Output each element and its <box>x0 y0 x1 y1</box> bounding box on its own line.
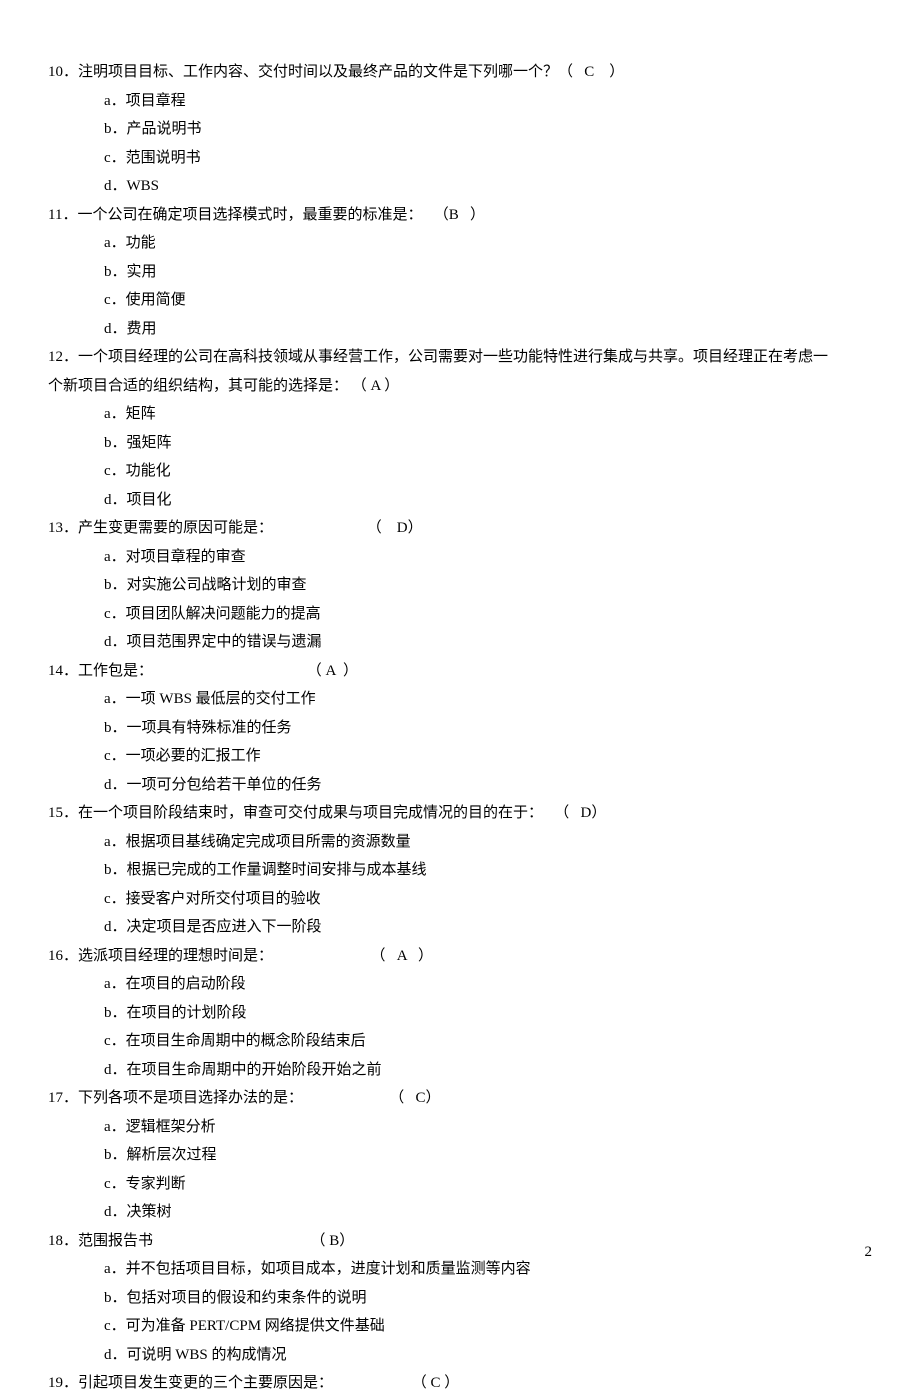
option-b: b．对实施公司战略计划的审查 <box>104 571 872 600</box>
option-b: b．解析层次过程 <box>104 1141 872 1170</box>
option-d: d．在项目生命周期中的开始阶段开始之前 <box>104 1056 872 1085</box>
option-d: d．决定项目是否应进入下一阶段 <box>104 913 872 942</box>
option-c: c．项目团队解决问题能力的提高 <box>104 600 872 629</box>
option-d: d．可说明 WBS 的构成情况 <box>104 1341 872 1370</box>
question-stem-line1: 12．一个项目经理的公司在高科技领域从事经营工作，公司需要对一些功能特性进行集成… <box>48 343 872 372</box>
options: a．逻辑框架分析 b．解析层次过程 c．专家判断 d．决策树 <box>48 1113 872 1227</box>
question-text: 范围报告书 <box>78 1233 153 1249</box>
question-number: 13． <box>48 520 78 536</box>
question-stem: 18．范围报告书 （ B） <box>48 1227 872 1256</box>
question-stem: 15．在一个项目阶段结束时，审查可交付成果与项目完成情况的目的在于： （ D） <box>48 799 872 828</box>
options: a．项目章程 b．产品说明书 c．范围说明书 d．WBS <box>48 87 872 201</box>
question-text: 一个公司在确定项目选择模式时，最重要的标准是： <box>77 207 422 223</box>
question-11: 11．一个公司在确定项目选择模式时，最重要的标准是： （B ） a．功能 b．实… <box>48 201 872 344</box>
option-d: d．决策树 <box>104 1198 872 1227</box>
options: a．矩阵 b．强矩阵 c．功能化 d．项目化 <box>48 400 872 514</box>
question-text: 产生变更需要的原因可能是： <box>78 520 273 536</box>
question-answer: （B ） <box>422 207 485 223</box>
question-stem: 17．下列各项不是项目选择办法的是： （ C） <box>48 1084 872 1113</box>
question-number: 18． <box>48 1233 78 1249</box>
option-a: a．逻辑框架分析 <box>104 1113 872 1142</box>
question-text: 一个项目经理的公司在高科技领域从事经营工作，公司需要对一些功能特性进行集成与共享… <box>78 349 828 365</box>
option-a: a．在项目的启动阶段 <box>104 970 872 999</box>
option-d: d．项目范围界定中的错误与遗漏 <box>104 628 872 657</box>
option-c: c．专家判断 <box>104 1170 872 1199</box>
document-content: 10．注明项目目标、工作内容、交付时间以及最终产品的文件是下列哪一个？（ C ）… <box>48 58 872 1398</box>
option-b: b．包括对项目的假设和约束条件的说明 <box>104 1284 872 1313</box>
question-answer: （ C） <box>303 1090 441 1106</box>
option-a: a．功能 <box>104 229 872 258</box>
option-d: d．费用 <box>104 315 872 344</box>
question-number: 16． <box>48 948 78 964</box>
question-13: 13．产生变更需要的原因可能是： （ D） a．对项目章程的审查 b．对实施公司… <box>48 514 872 657</box>
question-text: 选派项目经理的理想时间是： <box>78 948 273 964</box>
question-stem: 10．注明项目目标、工作内容、交付时间以及最终产品的文件是下列哪一个？（ C ） <box>48 58 872 87</box>
question-number: 15． <box>48 805 78 821</box>
option-a: a．对项目章程的审查 <box>104 543 872 572</box>
question-number: 10． <box>48 64 78 80</box>
question-text: 引起项目发生变更的三个主要原因是： <box>78 1375 333 1391</box>
option-b: b．实用 <box>104 258 872 287</box>
question-17: 17．下列各项不是项目选择办法的是： （ C） a．逻辑框架分析 b．解析层次过… <box>48 1084 872 1227</box>
option-c: c．可为准备 PERT/CPM 网络提供文件基础 <box>104 1312 872 1341</box>
question-text-cont: 个新项目合适的组织结构，其可能的选择是： <box>48 378 348 394</box>
question-number: 19． <box>48 1375 78 1391</box>
question-stem: 11．一个公司在确定项目选择模式时，最重要的标准是： （B ） <box>48 201 872 230</box>
question-answer: （ A ） <box>273 948 433 964</box>
question-text: 下列各项不是项目选择办法的是： <box>78 1090 303 1106</box>
options: a．功能 b．实用 c．使用简便 d．费用 <box>48 229 872 343</box>
question-stem: 16．选派项目经理的理想时间是： （ A ） <box>48 942 872 971</box>
question-answer: （ B） <box>153 1233 354 1249</box>
option-a: a．项目章程 <box>104 87 872 116</box>
question-text: 工作包是： <box>78 663 153 679</box>
question-number: 11． <box>48 207 77 223</box>
question-12: 12．一个项目经理的公司在高科技领域从事经营工作，公司需要对一些功能特性进行集成… <box>48 343 872 514</box>
option-c: c．范围说明书 <box>104 144 872 173</box>
question-text: 注明项目目标、工作内容、交付时间以及最终产品的文件是下列哪一个？ <box>78 64 558 80</box>
question-stem: 14．工作包是： （ A ） <box>48 657 872 686</box>
option-b: b．一项具有特殊标准的任务 <box>104 714 872 743</box>
question-answer: （ C ） <box>558 64 624 80</box>
page-number: 2 <box>865 1238 873 1267</box>
option-d: d．一项可分包给若干单位的任务 <box>104 771 872 800</box>
question-text: 在一个项目阶段结束时，审查可交付成果与项目完成情况的目的在于： <box>78 805 543 821</box>
question-answer: （ C ） <box>333 1375 459 1391</box>
option-c: c．在项目生命周期中的概念阶段结束后 <box>104 1027 872 1056</box>
question-16: 16．选派项目经理的理想时间是： （ A ） a．在项目的启动阶段 b．在项目的… <box>48 942 872 1085</box>
option-d: d．WBS <box>104 172 872 201</box>
options: a．根据项目基线确定完成项目所需的资源数量 b．根据已完成的工作量调整时间安排与… <box>48 828 872 942</box>
question-stem: 19．引起项目发生变更的三个主要原因是： （ C ） <box>48 1369 872 1398</box>
option-c: c．一项必要的汇报工作 <box>104 742 872 771</box>
option-c: c．功能化 <box>104 457 872 486</box>
option-b: b．产品说明书 <box>104 115 872 144</box>
option-a: a．并不包括项目目标，如项目成本，进度计划和质量监测等内容 <box>104 1255 872 1284</box>
option-b: b．在项目的计划阶段 <box>104 999 872 1028</box>
question-stem: 13．产生变更需要的原因可能是： （ D） <box>48 514 872 543</box>
options: a．一项 WBS 最低层的交付工作 b．一项具有特殊标准的任务 c．一项必要的汇… <box>48 685 872 799</box>
question-answer: （ A ） <box>348 378 399 394</box>
options: a．在项目的启动阶段 b．在项目的计划阶段 c．在项目生命周期中的概念阶段结束后… <box>48 970 872 1084</box>
options: a．并不包括项目目标，如项目成本，进度计划和质量监测等内容 b．包括对项目的假设… <box>48 1255 872 1369</box>
question-number: 12． <box>48 349 78 365</box>
option-a: a．一项 WBS 最低层的交付工作 <box>104 685 872 714</box>
option-a: a．根据项目基线确定完成项目所需的资源数量 <box>104 828 872 857</box>
question-10: 10．注明项目目标、工作内容、交付时间以及最终产品的文件是下列哪一个？（ C ）… <box>48 58 872 201</box>
question-answer: （ D） <box>273 520 423 536</box>
option-c: c．使用简便 <box>104 286 872 315</box>
options: a．对项目章程的审查 b．对实施公司战略计划的审查 c．项目团队解决问题能力的提… <box>48 543 872 657</box>
option-a: a．矩阵 <box>104 400 872 429</box>
question-15: 15．在一个项目阶段结束时，审查可交付成果与项目完成情况的目的在于： （ D） … <box>48 799 872 942</box>
question-18: 18．范围报告书 （ B） a．并不包括项目目标，如项目成本，进度计划和质量监测… <box>48 1227 872 1370</box>
question-answer: （ D） <box>543 805 606 821</box>
question-answer: （ A ） <box>153 663 358 679</box>
question-number: 14． <box>48 663 78 679</box>
question-stem-line2: 个新项目合适的组织结构，其可能的选择是： （ A ） <box>48 372 872 401</box>
question-number: 17． <box>48 1090 78 1106</box>
option-d: d．项目化 <box>104 486 872 515</box>
question-14: 14．工作包是： （ A ） a．一项 WBS 最低层的交付工作 b．一项具有特… <box>48 657 872 800</box>
option-b: b．强矩阵 <box>104 429 872 458</box>
question-19: 19．引起项目发生变更的三个主要原因是： （ C ） <box>48 1369 872 1398</box>
option-c: c．接受客户对所交付项目的验收 <box>104 885 872 914</box>
option-b: b．根据已完成的工作量调整时间安排与成本基线 <box>104 856 872 885</box>
